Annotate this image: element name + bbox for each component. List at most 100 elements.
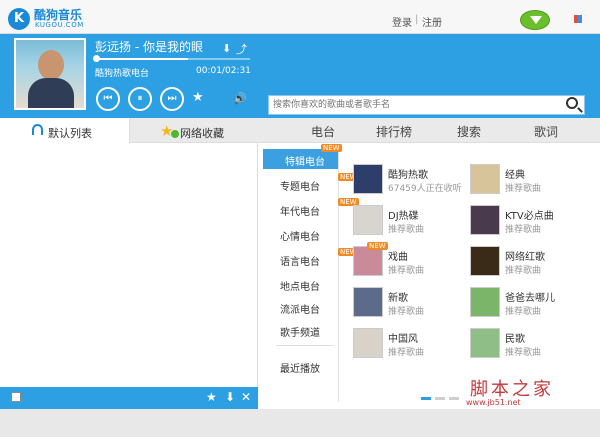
tab-lyrics[interactable]: 歌词 (534, 123, 558, 140)
category-label: 最近播放 (280, 364, 320, 375)
album-art-face (38, 50, 64, 80)
station-item[interactable]: 新歌 推荐歌曲 (353, 287, 463, 321)
station-title: 新歌 (388, 293, 408, 304)
list-toolbar: ★ ⬇ ✕ (0, 387, 258, 409)
download-icon[interactable]: ⬇ (225, 390, 235, 404)
progress-fill (95, 58, 188, 60)
skin-icon[interactable] (573, 14, 583, 24)
tab-net-favorites[interactable]: 网络收藏 (180, 125, 224, 141)
category-item[interactable]: 最近播放 (280, 360, 320, 375)
category-item[interactable]: 流派电台 (280, 301, 320, 316)
category-item[interactable]: 专题电台 NEW (280, 173, 359, 193)
station-title: 酷狗热歌 (388, 170, 428, 181)
volume-icon[interactable]: 🔊 (233, 92, 247, 105)
new-badge: NEW (321, 144, 342, 152)
station-title: KTV必点曲 (505, 211, 554, 222)
headphone-icon (32, 124, 43, 135)
station-item[interactable]: 中国风 推荐歌曲 (353, 328, 463, 362)
search-input[interactable] (273, 96, 558, 114)
category-item[interactable]: 歌手频道 (280, 324, 320, 339)
tab-ranking[interactable]: 排行榜 (376, 123, 412, 140)
login-separator: | (415, 14, 419, 25)
pager-dot[interactable] (449, 397, 459, 400)
favorite-star-icon[interactable]: ★ (192, 90, 204, 105)
watermark-url: www.jb51.net (466, 398, 521, 407)
category-label: 语言电台 (280, 257, 320, 268)
category-item[interactable]: 语言电台 NEW (280, 248, 359, 268)
category-label: 地点电台 (280, 282, 320, 293)
station-subtitle: 67459人正在收听 (388, 184, 462, 194)
left-tabs: 默认列表 ★ 网络收藏 (0, 118, 258, 143)
kugou-logo-icon: K (8, 8, 30, 30)
station-subtitle: 推荐歌曲 (505, 348, 542, 358)
category-item[interactable]: 年代电台 NEW (280, 198, 359, 218)
category-label: 专题电台 (280, 182, 320, 193)
station-title: 戏曲 (388, 252, 408, 263)
pager-dot[interactable] (421, 397, 431, 400)
station-subtitle: 推荐歌曲 (505, 266, 542, 276)
category-label: 流派电台 (280, 305, 320, 316)
category-separator (276, 345, 334, 346)
logo-subtitle: KUGOU.COM (35, 21, 84, 29)
station-title: 中国风 (388, 334, 418, 345)
album-art[interactable] (14, 38, 86, 110)
progress-bar[interactable] (95, 58, 250, 60)
category-item[interactable]: 地点电台 (280, 278, 320, 293)
station-subtitle: 推荐歌曲 (388, 348, 425, 358)
playlist-area[interactable] (0, 143, 258, 387)
station-item[interactable]: KTV必点曲 推荐歌曲 (470, 205, 580, 239)
station-item[interactable]: 经典 推荐歌曲 (470, 164, 580, 198)
song-title: 彭远扬 - 你是我的眼 (95, 40, 203, 54)
tab-search[interactable]: 搜索 (457, 123, 481, 140)
category-label: 特辑电台 (285, 157, 325, 168)
station-item[interactable]: 网络红歌 推荐歌曲 (470, 246, 580, 280)
station-item[interactable]: 民歌 推荐歌曲 (470, 328, 580, 362)
station-thumbnail (353, 246, 383, 276)
progress-knob[interactable] (93, 55, 100, 62)
download-icon[interactable]: ⬇ (222, 42, 231, 55)
pager-dot[interactable] (435, 397, 445, 400)
station-subtitle: 推荐歌曲 (505, 184, 542, 194)
top-bar: K 酷狗音乐 KUGOU.COM 登录 | 注册 (0, 0, 600, 34)
category-label: 年代电台 (280, 207, 320, 218)
play-time: 00:01/02:31 (196, 66, 251, 76)
station-thumbnail (470, 328, 500, 358)
station-subtitle: 推荐歌曲 (388, 225, 425, 235)
station-item[interactable]: DJ热碟推荐歌曲 (353, 205, 463, 239)
station-title: DJ热碟 (388, 211, 419, 222)
station-title: 经典 (505, 170, 525, 181)
album-art-body (28, 78, 74, 108)
tab-default-list-label: 默认列表 (48, 127, 92, 140)
main-menu-button[interactable] (520, 10, 550, 30)
star-icon[interactable]: ★ (206, 390, 217, 404)
previous-button[interactable]: ⏮ (96, 87, 120, 111)
station-item[interactable]: 酷狗热歌 67459人正在收听 (353, 164, 463, 198)
category-item[interactable]: 心情电台 (280, 228, 320, 243)
footer-bar (0, 409, 600, 437)
right-tabs: 电台 排行榜 搜索 歌词 (258, 118, 600, 143)
station-thumbnail (353, 328, 383, 358)
register-link[interactable]: 注册 (422, 14, 442, 29)
search-icon[interactable] (566, 97, 578, 109)
station-title: 民歌 (505, 334, 525, 345)
tab-default-list[interactable]: 默认列表 (0, 118, 130, 143)
new-badge: NEW (367, 242, 388, 250)
station-thumbnail (353, 164, 383, 194)
tab-radio[interactable]: 电台 (311, 123, 335, 140)
next-button[interactable]: ⏭ (160, 87, 184, 111)
category-item[interactable]: 特辑电台 NEW (263, 144, 342, 169)
pause-button[interactable]: ⏸ (128, 87, 152, 111)
station-thumbnail (470, 287, 500, 317)
current-station: 酷狗热歌电台 (95, 69, 150, 79)
radio-content: 特辑电台 NEW 专题电台 NEW 年代电台 NEW 心情电台 语言电台 NEW 地点电台 流派电台… (258, 143, 600, 409)
check-icon (171, 130, 179, 138)
close-icon[interactable]: ✕ (241, 390, 251, 404)
select-all-checkbox[interactable] (11, 392, 21, 402)
login-link[interactable]: 登录 (392, 14, 412, 29)
station-thumbnail (470, 246, 500, 276)
station-thumbnail (470, 205, 500, 235)
station-item[interactable]: 爸爸去哪儿 推荐歌曲 (470, 287, 580, 321)
search-box (268, 95, 585, 115)
share-icon[interactable]: ⤴ (236, 41, 247, 57)
station-item[interactable]: 戏曲 推荐歌曲 NEW (353, 242, 463, 280)
